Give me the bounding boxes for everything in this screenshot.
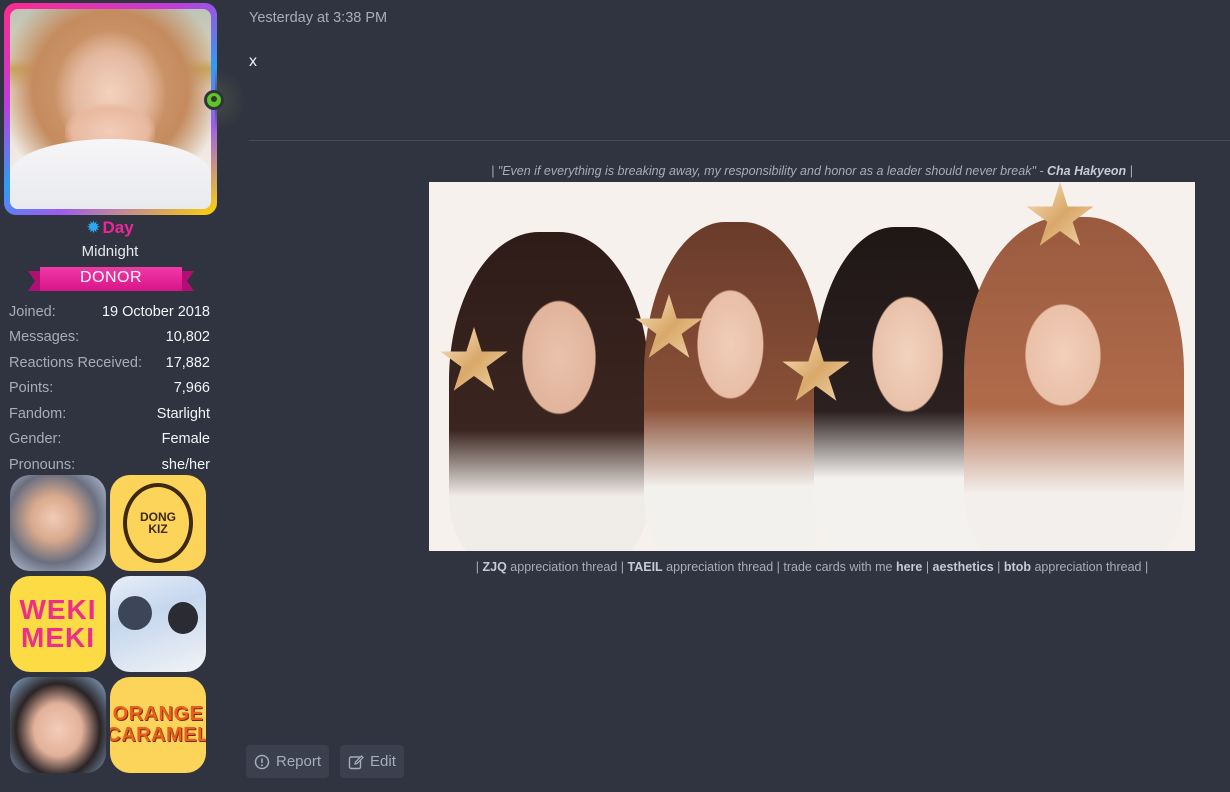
post-actions: Report Edit (246, 745, 404, 778)
badge-wekimeki[interactable]: WEKI MEKI (10, 576, 106, 672)
link-aesthetics[interactable]: aesthetics (933, 560, 994, 574)
stat-gender: Gender: Female (9, 431, 210, 448)
stat-points: Points: 7,966 (9, 380, 210, 397)
online-status-icon (204, 90, 224, 110)
user-sidebar: ✹ Day Midnight DONOR Joined: 19 October 20… (0, 0, 247, 792)
stat-messages: Messages: 10,802 (9, 329, 210, 346)
edit-label: Edit (370, 753, 396, 770)
username[interactable]: ✹ Day (0, 218, 220, 238)
edit-button[interactable]: Edit (340, 745, 404, 778)
signature-quote: | "Even if everything is breaking away, … (491, 164, 1133, 178)
donor-banner: DONOR (28, 265, 194, 293)
username-text[interactable]: Day (103, 218, 134, 237)
stat-joined: Joined: 19 October 2018 (9, 303, 210, 320)
signature-image (429, 182, 1195, 551)
link-btob[interactable]: btob (1004, 560, 1031, 574)
donor-banner-label: DONOR (79, 269, 143, 286)
user-title: Midnight (81, 243, 139, 260)
sun-icon: ✹ (86, 218, 101, 237)
stat-pronouns: Pronouns: she/her (9, 456, 210, 473)
avatar[interactable] (4, 3, 217, 215)
signature-divider (249, 140, 1230, 141)
avatar-image (10, 9, 211, 209)
report-button[interactable]: Report (246, 745, 330, 778)
badge-image-idol-2[interactable] (110, 576, 206, 672)
report-label: Report (276, 753, 322, 770)
badge-donkiz[interactable]: DONG KIZ (110, 475, 206, 571)
report-icon (254, 754, 270, 769)
post-container: ✹ Day Midnight DONOR Joined: 19 October 20… (0, 0, 1230, 792)
stat-reactions: Reactions Received: 17,882 (9, 354, 210, 371)
badge-image-idol-1[interactable] (10, 475, 106, 571)
edit-icon (348, 754, 364, 769)
user-stats: Joined: 19 October 2018 Messages: 10,802 R… (9, 299, 210, 478)
stat-fandom: Fandom: Starlight (9, 405, 210, 422)
link-taeil[interactable]: TAEIL (628, 560, 663, 574)
badge-orange-caramel[interactable]: ORANGE CARAMEL (110, 677, 206, 773)
signature-links: | ZJQ appreciation thread | TAEIL apprec… (475, 560, 1149, 574)
link-here[interactable]: here (896, 560, 922, 574)
post-message: x (249, 53, 257, 70)
badge-image-idol-3[interactable] (10, 677, 106, 773)
link-zjq[interactable]: ZJQ (483, 560, 507, 574)
post-timestamp[interactable]: Yesterday at 3:38 PM (249, 10, 387, 26)
